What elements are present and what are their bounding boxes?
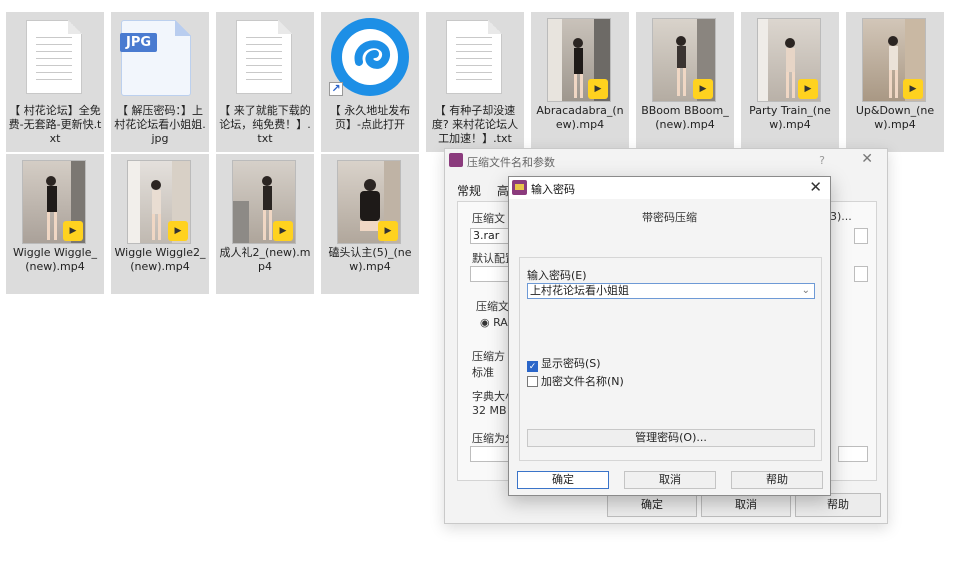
- winrar-icon: [512, 180, 527, 195]
- method-value[interactable]: 标准: [472, 364, 494, 380]
- file-name: Party Train_(new).mp4: [749, 104, 831, 131]
- dialog-heading: 带密码压缩: [642, 211, 697, 224]
- dialog-title: 压缩文件名和参数: [467, 156, 555, 169]
- file-item[interactable]: ▶ 磕头认主(5)_(new).mp4: [321, 154, 419, 294]
- close-icon[interactable]: ✕: [861, 151, 873, 167]
- video-thumbnail: ▶: [547, 18, 611, 102]
- media-player-icon: ▶: [903, 79, 923, 99]
- password-value: 上村花论坛看小姐姐: [530, 284, 629, 297]
- shortcut-arrow-icon: ↗: [329, 82, 343, 96]
- file-name: 成人礼2_(new).mp4: [219, 246, 311, 273]
- chevron-down-icon[interactable]: ⌄: [802, 284, 810, 298]
- file-item[interactable]: ▶ Up&Down_(new).mp4: [846, 12, 944, 152]
- file-item[interactable]: ▶ 成人礼2_(new).mp4: [216, 154, 314, 294]
- media-player-icon: ▶: [378, 221, 398, 241]
- video-thumbnail: ▶: [757, 18, 821, 102]
- file-item[interactable]: 【 来了就能下载的论坛，纯免费！】.txt: [216, 12, 314, 152]
- file-name: 【 村花论坛】全免费-无套路-更新快.txt: [8, 104, 102, 145]
- file-item[interactable]: ↗ 【 永久地址发布页】-点此打开: [321, 12, 419, 152]
- cancel-button[interactable]: 取消: [701, 493, 791, 517]
- text-file-icon: [236, 20, 292, 94]
- media-player-icon: ▶: [63, 221, 83, 241]
- file-name: 磕头认主(5)_(new).mp4: [328, 246, 412, 273]
- dictionary-value[interactable]: 32 MB: [472, 404, 507, 417]
- help-icon[interactable]: ?: [819, 154, 825, 167]
- file-item[interactable]: 【 村花论坛】全免费-无套路-更新快.txt: [6, 12, 104, 152]
- file-item[interactable]: JPG 【 解压密码：】上村花论坛看小姐姐.jpg: [111, 12, 209, 152]
- help-button[interactable]: 帮助: [731, 471, 823, 489]
- file-name: Wiggle Wiggle_(new).mp4: [13, 246, 97, 273]
- image-file-icon: JPG: [120, 20, 191, 96]
- file-item[interactable]: ▶ Wiggle Wiggle2_(new).mp4: [111, 154, 209, 294]
- file-name: Abracadabra_(new).mp4: [536, 104, 624, 131]
- file-name: 【 解压密码：】上村花论坛看小姐姐.jpg: [114, 104, 206, 145]
- media-player-icon: ▶: [588, 79, 608, 99]
- file-item[interactable]: ▶ Wiggle Wiggle_(new).mp4: [6, 154, 104, 294]
- show-password-checkbox[interactable]: 显示密码(S): [527, 355, 601, 372]
- file-name: BBoom BBoom_(new).mp4: [641, 104, 729, 131]
- manage-passwords-button[interactable]: 管理密码(O)...: [527, 429, 815, 447]
- checkbox-label: 显示密码(S): [541, 357, 601, 370]
- video-thumbnail: ▶: [22, 160, 86, 244]
- tab-bar: 常规 高: [457, 182, 509, 199]
- encrypt-filenames-checkbox[interactable]: 加密文件名称(N): [527, 373, 624, 389]
- password-input[interactable]: 上村花论坛看小姐姐 ⌄: [527, 283, 815, 299]
- format-label: 压缩文: [476, 300, 509, 313]
- media-player-icon: ▶: [168, 221, 188, 241]
- file-item[interactable]: ▶ Party Train_(new).mp4: [741, 12, 839, 152]
- video-thumbnail: ▶: [337, 160, 401, 244]
- file-item[interactable]: ▶ Abracadabra_(new).mp4: [531, 12, 629, 152]
- tab-general[interactable]: 常规: [457, 184, 481, 198]
- jpg-badge: JPG: [120, 33, 158, 52]
- video-thumbnail: ▶: [127, 160, 191, 244]
- file-name: 【 有种子却没速度? 来村花论坛人工加速！】.txt: [431, 104, 519, 145]
- media-player-icon: ▶: [798, 79, 818, 99]
- password-label: 输入密码(E): [527, 269, 587, 282]
- profile-dropdown[interactable]: [854, 266, 868, 282]
- video-thumbnail: ▶: [232, 160, 296, 244]
- checkbox-checked-icon: [527, 361, 538, 372]
- close-icon[interactable]: ✕: [809, 178, 822, 196]
- dialog-title: 输入密码: [531, 183, 575, 196]
- dialog-titlebar: 输入密码 ✕: [509, 177, 830, 199]
- browse-button[interactable]: 3)...: [830, 210, 852, 223]
- file-item[interactable]: ▶ BBoom BBoom_(new).mp4: [636, 12, 734, 152]
- video-thumbnail: ▶: [862, 18, 926, 102]
- archive-name-dropdown[interactable]: [854, 228, 868, 244]
- file-item[interactable]: 【 有种子却没速度? 来村花论坛人工加速！】.txt: [426, 12, 524, 152]
- password-dialog: 输入密码 ✕ 带密码压缩 输入密码(E) 上村花论坛看小姐姐 ⌄ 显示密码(S)…: [508, 176, 831, 496]
- checkbox-unchecked-icon: [527, 376, 538, 387]
- file-name: 【 永久地址发布页】-点此打开: [329, 104, 411, 131]
- winrar-icon: [449, 153, 463, 167]
- archive-name-label: 压缩文: [472, 212, 505, 225]
- text-file-icon: [446, 20, 502, 94]
- text-file-icon: [26, 20, 82, 94]
- split-unit-field[interactable]: [838, 446, 868, 462]
- video-thumbnail: ▶: [652, 18, 716, 102]
- help-button[interactable]: 帮助: [795, 493, 881, 517]
- ok-button[interactable]: 确定: [607, 493, 697, 517]
- ok-button[interactable]: 确定: [517, 471, 609, 489]
- cancel-button[interactable]: 取消: [624, 471, 716, 489]
- file-name: 【 来了就能下载的论坛，纯免费！】.txt: [219, 104, 311, 145]
- file-name: Wiggle Wiggle2_(new).mp4: [114, 246, 206, 273]
- file-name: Up&Down_(new).mp4: [855, 104, 935, 131]
- media-player-icon: ▶: [273, 221, 293, 241]
- media-player-icon: ▶: [693, 79, 713, 99]
- dialog-titlebar: 压缩文件名和参数 ? ✕: [445, 149, 887, 173]
- method-label: 压缩方: [472, 350, 505, 363]
- checkbox-label: 加密文件名称(N): [541, 375, 624, 388]
